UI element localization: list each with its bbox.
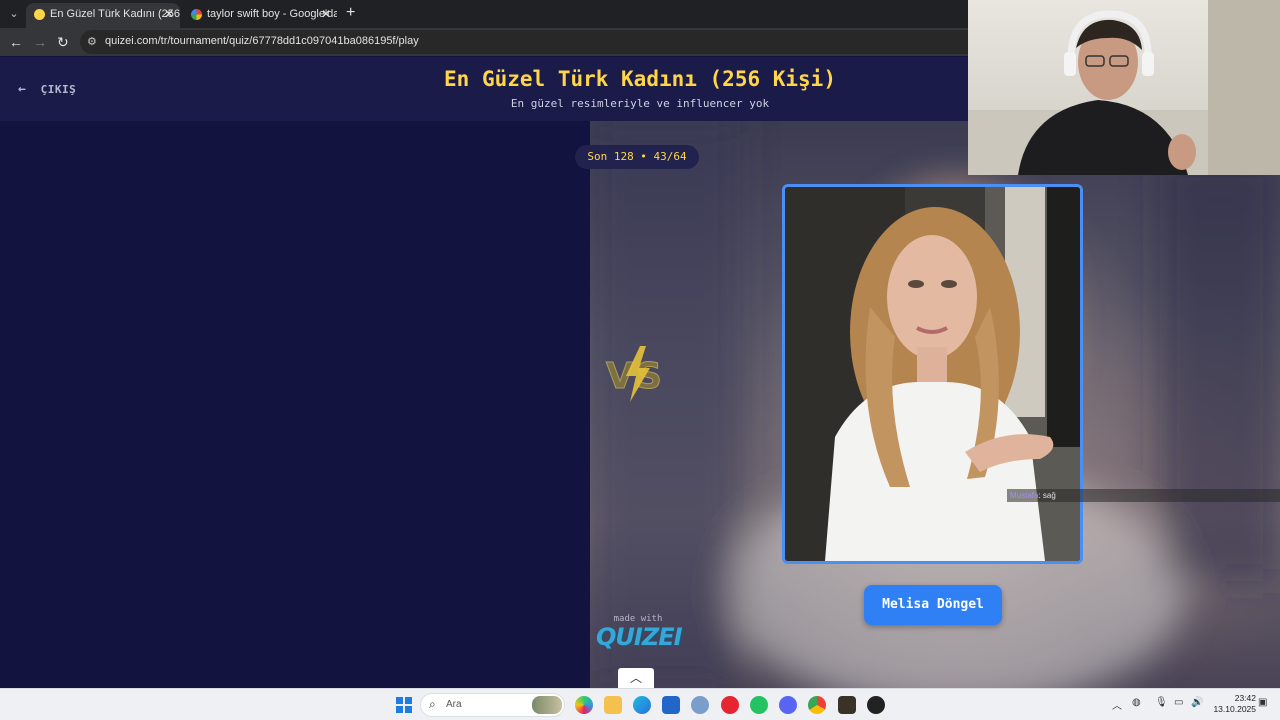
network-icon[interactable]: ▭: [1174, 697, 1183, 708]
store-icon[interactable]: [662, 696, 680, 714]
volume-icon[interactable]: 🔊: [1191, 697, 1203, 708]
vs-lightning-icon: V S: [606, 346, 662, 402]
tab-active[interactable]: En Güzel Türk Kadını (256 Kişi) ✕: [26, 3, 180, 28]
clock-time: 23:42: [1234, 693, 1256, 703]
exit-button[interactable]: ← ÇIKIŞ: [18, 82, 76, 97]
chevron-up-tray-icon[interactable]: ︿: [1112, 697, 1122, 712]
site-info-icon[interactable]: ⚙: [87, 35, 97, 48]
taskbar-search-box[interactable]: ⌕ Ara: [420, 693, 565, 717]
back-button[interactable]: ←: [9, 34, 23, 50]
security-icon[interactable]: ◍: [1132, 697, 1141, 708]
quizei-favicon-icon: [34, 9, 45, 20]
contestant-photo: [785, 187, 1080, 561]
copilot-icon[interactable]: [575, 696, 593, 714]
quizei-logo: QUIZEI: [596, 623, 683, 651]
clock-date: 13.10.2025: [1213, 704, 1256, 714]
select-contestant-button[interactable]: Melisa Döngel: [864, 585, 1002, 625]
search-placeholder: Ara: [446, 699, 462, 710]
settings-gear-icon[interactable]: [691, 696, 709, 714]
taskbar-clock[interactable]: 23:42 13.10.2025: [1206, 693, 1256, 715]
close-tab-icon[interactable]: ✕: [164, 3, 174, 26]
edge-icon[interactable]: [633, 696, 651, 714]
tab-title: En Güzel Türk Kadını (256 Kişi): [50, 8, 180, 20]
exit-label: ÇIKIŞ: [40, 83, 77, 96]
chat-username: Mustafa: [1010, 491, 1039, 500]
search-icon: ⌕: [429, 697, 436, 711]
app-icon[interactable]: [838, 696, 856, 714]
tab-search-icon[interactable]: ⌄: [6, 6, 22, 22]
app-with-notification-icon[interactable]: [867, 696, 885, 714]
tab-google[interactable]: taylor swift boy - Google'da Ar... ✕: [183, 3, 337, 28]
arrow-left-icon: ←: [18, 82, 27, 97]
left-contestant-pane[interactable]: [0, 121, 590, 688]
close-tab-icon[interactable]: ✕: [321, 3, 331, 26]
media-player-icon[interactable]: [721, 696, 739, 714]
discord-icon[interactable]: [779, 696, 797, 714]
search-highlight-image: [532, 696, 562, 714]
file-explorer-icon[interactable]: [604, 696, 622, 714]
page-subtitle: En güzel resimleriyle ve influencer yok: [510, 97, 770, 110]
google-favicon-icon: [191, 9, 202, 20]
new-tab-button[interactable]: +: [346, 4, 355, 22]
chevron-up-icon[interactable]: ︿: [618, 668, 654, 688]
round-progress-badge: Son 128 • 43/64: [575, 145, 699, 169]
whatsapp-icon[interactable]: [750, 696, 768, 714]
contestant-photo-card[interactable]: [782, 184, 1083, 564]
webcam-feed: [968, 0, 1280, 175]
reload-button[interactable]: ↻: [57, 34, 69, 50]
chrome-icon[interactable]: [808, 696, 826, 714]
url-text: quizei.com/tr/tournament/quiz/67778dd1c0…: [105, 35, 419, 47]
svg-text:V: V: [606, 356, 634, 397]
made-with-quizei-badge[interactable]: made with QUIZEI: [596, 614, 683, 651]
taskbar: ⌕ Ara ︿ ◍ 🎙 ▭ 🔊 ▣ 23:42 13.10.2025: [0, 688, 1280, 720]
chat-message: : sağ: [1038, 491, 1056, 500]
windows-start-icon[interactable]: [396, 697, 412, 713]
webcam-overlay: [968, 0, 1280, 175]
tab-title: taylor swift boy - Google'da Ar...: [207, 8, 337, 20]
page-title: En Güzel Türk Kadını (256 Kişi): [444, 67, 836, 91]
chat-overlay: Mustafa: sağ: [1007, 489, 1280, 502]
notification-icon[interactable]: ▣: [1258, 697, 1267, 708]
address-bar[interactable]: ⚙ quizei.com/tr/tournament/quiz/67778dd1…: [80, 30, 980, 54]
forward-button[interactable]: →: [33, 34, 47, 50]
microphone-icon[interactable]: 🎙: [1155, 697, 1168, 708]
